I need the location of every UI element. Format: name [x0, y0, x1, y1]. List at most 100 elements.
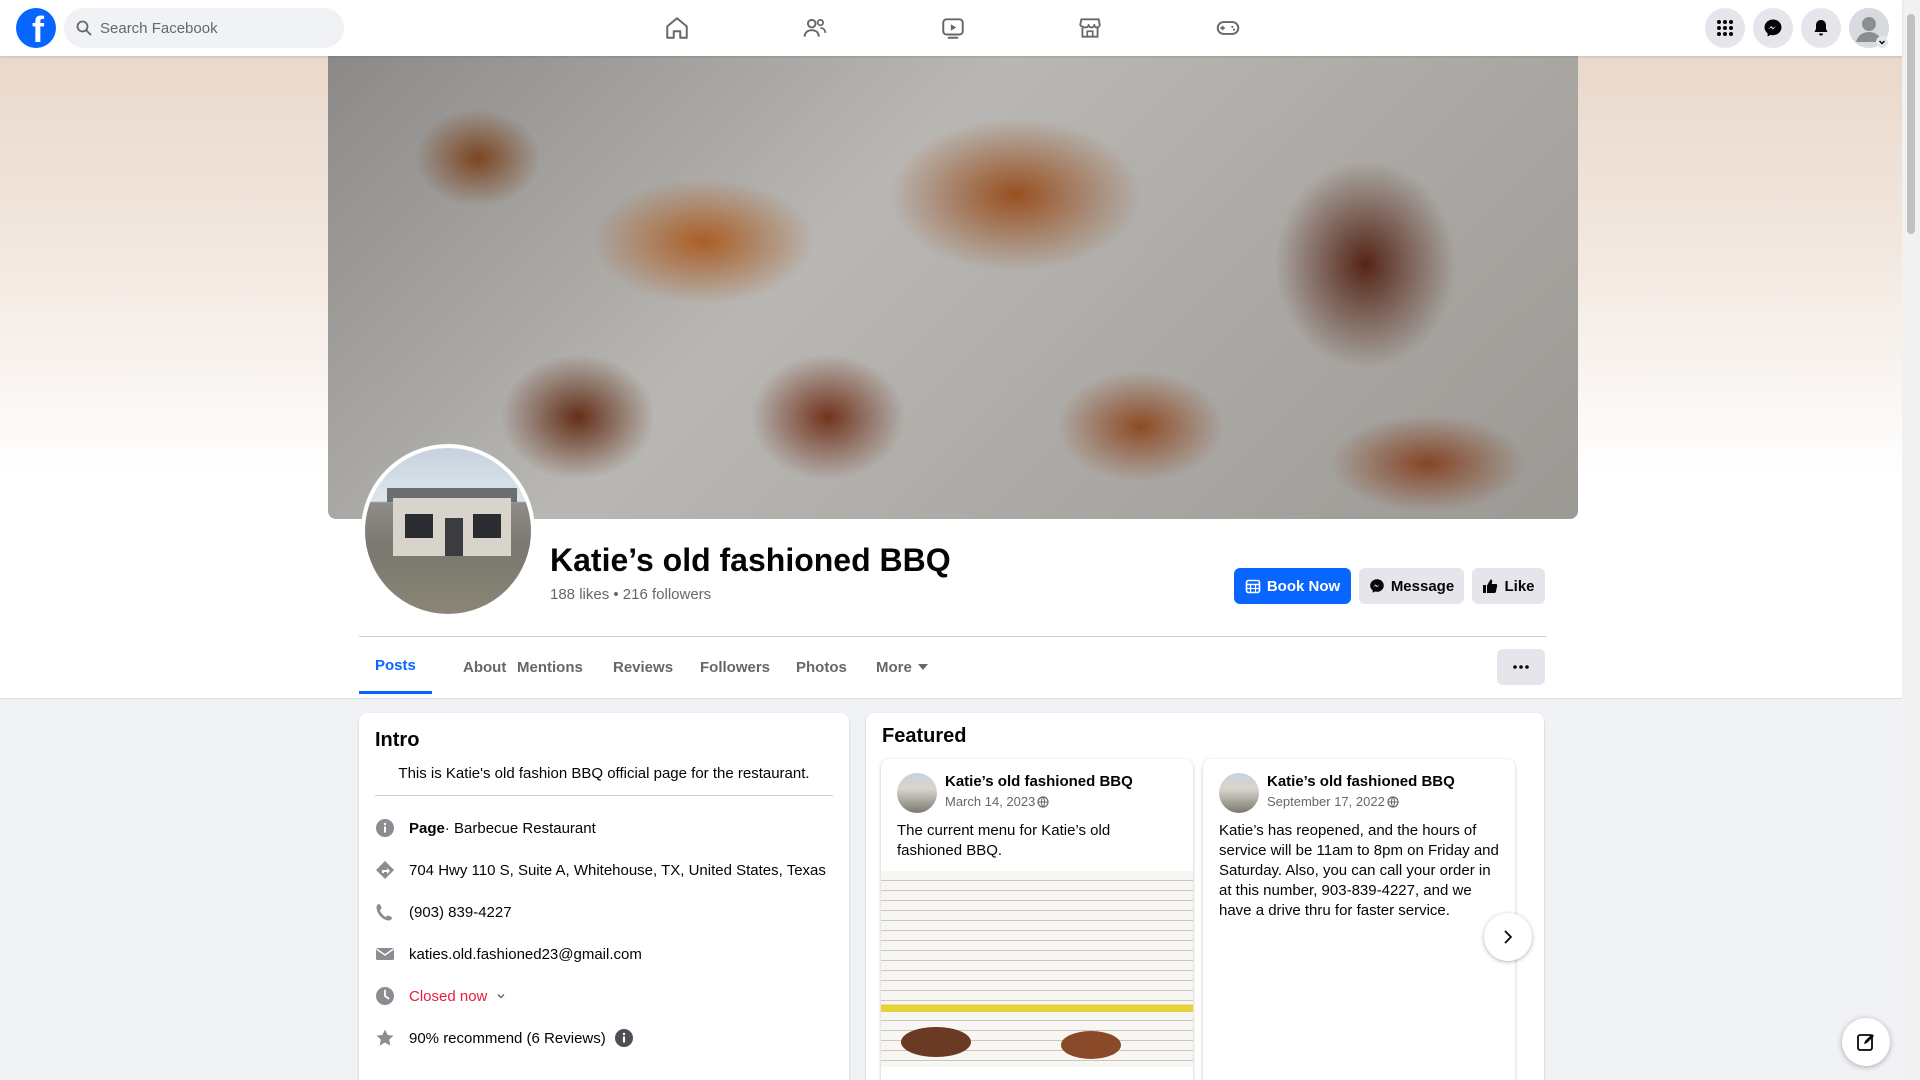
- post-text: Katie’s has reopened, and the hours of s…: [1219, 822, 1499, 919]
- message-button[interactable]: Message: [1359, 568, 1464, 604]
- tab-mentions[interactable]: Mentions: [501, 640, 599, 694]
- tab-posts[interactable]: Posts: [359, 640, 432, 694]
- category-value[interactable]: · Barbecue Restaurant: [445, 820, 596, 837]
- globe-icon: [1387, 795, 1399, 808]
- featured-title: Featured: [882, 725, 967, 747]
- tab-reviews[interactable]: Reviews: [597, 640, 689, 694]
- calendar-icon: [1245, 579, 1261, 594]
- scrollbar-thumb[interactable]: [1907, 14, 1915, 234]
- top-navigation-bar: f: [0, 0, 1902, 56]
- post-author[interactable]: Katie’s old fashioned BBQ: [1267, 773, 1455, 790]
- chevron-down-icon: [497, 994, 505, 999]
- page-title: Katie’s old fashioned BBQ: [550, 542, 951, 578]
- intro-title: Intro: [375, 729, 420, 751]
- chevron-right-icon: [1504, 930, 1512, 944]
- post-date-row: March 14, 2023: [945, 794, 1049, 809]
- carousel-next-button[interactable]: [1484, 913, 1532, 961]
- phone-text[interactable]: (903) 839-4227: [409, 904, 512, 921]
- notifications-icon: [1814, 20, 1828, 36]
- nav-gaming-tab[interactable]: [1172, 4, 1284, 52]
- email-text[interactable]: katies.old.fashioned23@gmail.com: [409, 946, 642, 963]
- header-divider: [359, 636, 1546, 637]
- tab-label: More: [876, 658, 912, 676]
- search-input[interactable]: [100, 19, 320, 37]
- more-dots-icon: [1513, 665, 1529, 669]
- messenger-icon: [1764, 19, 1782, 37]
- intro-bio: This is Katie's old fashion BBQ official…: [398, 765, 810, 782]
- post-author[interactable]: Katie’s old fashioned BBQ: [945, 773, 1133, 790]
- friends-icon: [803, 18, 827, 37]
- post-avatar[interactable]: [1219, 773, 1259, 813]
- messenger-icon: [1370, 579, 1384, 593]
- caret-down-icon: [917, 664, 928, 670]
- phone-row: (903) 839-4227: [375, 900, 512, 924]
- featured-card: Featured Katie’s old fashioned BBQ March…: [866, 713, 1544, 1080]
- globe-icon: [1037, 795, 1049, 808]
- post-menu-image[interactable]: [881, 871, 1193, 1067]
- book-now-button[interactable]: Book Now: [1234, 568, 1351, 604]
- featured-post[interactable]: Katie’s old fashioned BBQ September 17, …: [1203, 759, 1515, 1080]
- home-icon: [666, 17, 688, 39]
- post-avatar[interactable]: [897, 773, 937, 813]
- intro-divider: [375, 795, 833, 796]
- gaming-icon: [1216, 21, 1240, 35]
- tab-label: About: [463, 658, 507, 676]
- menu-button[interactable]: [1705, 8, 1745, 48]
- message-label: Message: [1390, 577, 1455, 595]
- category-row: Page · Barbecue Restaurant: [375, 816, 596, 840]
- account-button[interactable]: [1849, 8, 1889, 48]
- nav-friends-tab[interactable]: [759, 4, 871, 52]
- post-date[interactable]: September 17, 2022: [1267, 794, 1385, 809]
- category-label: Page: [409, 819, 445, 837]
- search-icon: [76, 20, 92, 36]
- star-icon: [375, 1028, 395, 1048]
- rating-text[interactable]: 90% recommend (6 Reviews): [409, 1030, 606, 1047]
- info-icon[interactable]: [614, 1028, 634, 1048]
- phone-icon: [375, 902, 395, 922]
- notifications-button[interactable]: [1801, 8, 1841, 48]
- info-icon: [375, 818, 395, 838]
- clock-icon: [375, 986, 395, 1006]
- hours-row[interactable]: Closed now: [375, 984, 507, 1008]
- page-options-button[interactable]: [1497, 649, 1545, 685]
- like-button[interactable]: Like: [1472, 568, 1545, 604]
- like-label: Like: [1504, 577, 1535, 595]
- featured-post[interactable]: Katie’s old fashioned BBQ March 14, 2023…: [881, 759, 1193, 1080]
- nav-home-tab[interactable]: [621, 4, 733, 52]
- nav-watch-tab[interactable]: [897, 4, 1009, 52]
- address-text[interactable]: 704 Hwy 110 S, Suite A, Whitehouse, TX, …: [409, 862, 826, 879]
- messenger-button[interactable]: [1753, 8, 1793, 48]
- marketplace-icon: [1079, 18, 1101, 38]
- directions-icon: [375, 860, 395, 880]
- post-date[interactable]: March 14, 2023: [945, 794, 1035, 809]
- tab-photos[interactable]: Photos: [780, 640, 863, 694]
- profile-picture[interactable]: [361, 444, 535, 618]
- page-stats[interactable]: 188 likes • 216 followers: [550, 586, 711, 603]
- tab-followers[interactable]: Followers: [684, 640, 786, 694]
- email-row: katies.old.fashioned23@gmail.com: [375, 942, 642, 966]
- post-date-row: September 17, 2022: [1267, 794, 1399, 809]
- post-text: The current menu for Katie’s old fashion…: [897, 822, 1111, 859]
- tab-label: Posts: [375, 657, 416, 674]
- hours-status[interactable]: Closed now: [409, 988, 487, 1005]
- rating-row: 90% recommend (6 Reviews): [375, 1026, 634, 1050]
- search-box[interactable]: [64, 8, 344, 48]
- page-scrollbar[interactable]: [1902, 0, 1920, 1080]
- nav-marketplace-tab[interactable]: [1034, 4, 1146, 52]
- email-icon: [375, 944, 395, 964]
- tab-label: Reviews: [613, 658, 674, 676]
- tab-label: Followers: [700, 658, 771, 676]
- tab-label: Photos: [796, 658, 847, 676]
- new-message-button[interactable]: [1842, 1018, 1890, 1066]
- compose-icon: [1857, 1034, 1874, 1051]
- intro-card: Intro This is Katie's old fashion BBQ of…: [359, 713, 849, 1080]
- tab-more[interactable]: More: [860, 640, 944, 694]
- account-icon: [1849, 8, 1889, 48]
- cover-photo[interactable]: [328, 56, 1578, 519]
- content-separator: [0, 698, 1902, 699]
- thumbs-up-icon: [1483, 579, 1498, 593]
- facebook-logo[interactable]: f: [16, 8, 56, 48]
- address-row: 704 Hwy 110 S, Suite A, Whitehouse, TX, …: [375, 858, 826, 882]
- watch-icon: [942, 18, 964, 39]
- book-now-label: Book Now: [1266, 577, 1341, 595]
